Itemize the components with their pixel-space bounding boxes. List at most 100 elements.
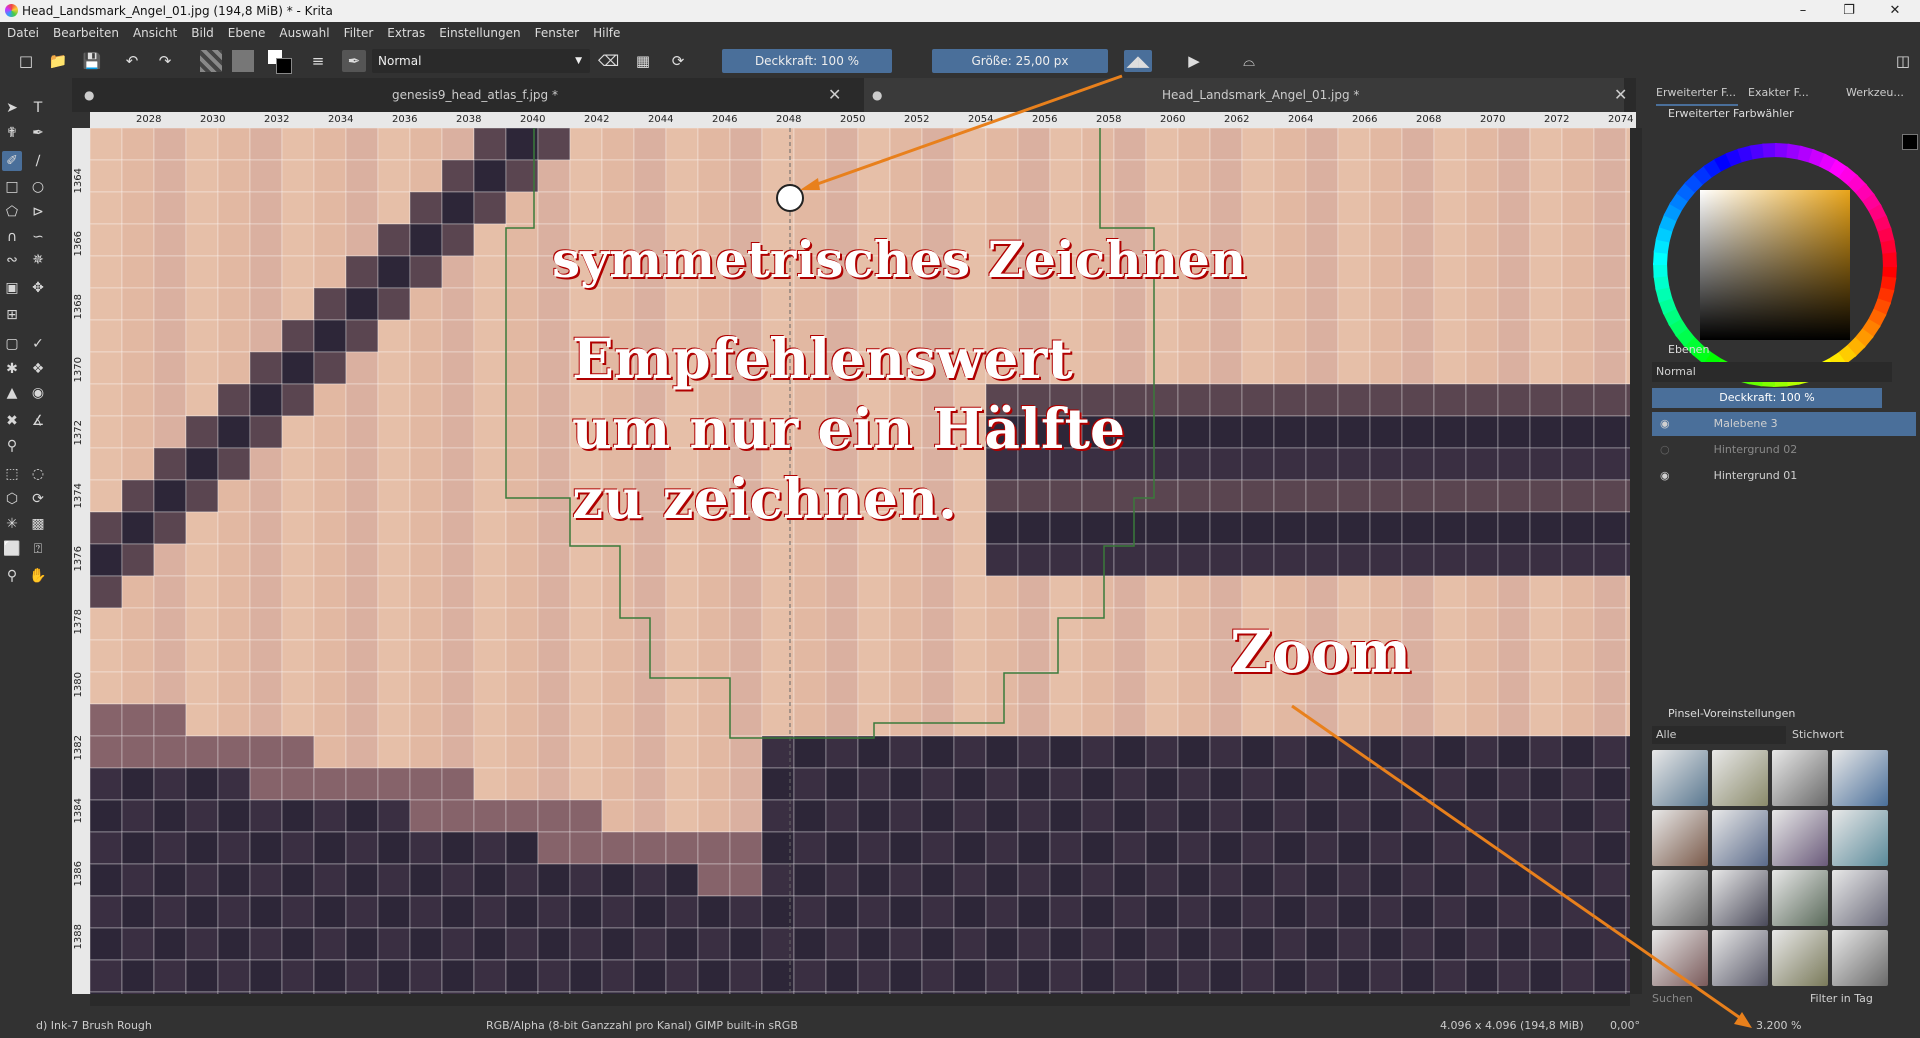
menu-hilfe[interactable]: Hilfe — [586, 26, 627, 40]
tab-advanced-color[interactable]: Erweiterter F... — [1656, 82, 1738, 106]
bezier-tool-icon[interactable]: ∩ — [2, 227, 22, 247]
close-tab-icon[interactable]: ✕ — [1614, 78, 1627, 112]
reference-tool-icon[interactable]: ⚲ — [2, 436, 22, 456]
eye-hidden-icon[interactable]: ○ — [1660, 443, 1670, 456]
layer-blend-select[interactable]: Normal — [1652, 362, 1892, 382]
menu-bearbeiten[interactable]: Bearbeiten — [46, 26, 126, 40]
text-tool-icon[interactable]: T — [28, 98, 48, 118]
gradient-tool-icon[interactable]: ▢ — [2, 334, 22, 354]
zoom-tool-icon[interactable]: ⚲ — [2, 566, 22, 586]
menu-ansicht[interactable]: Ansicht — [126, 26, 184, 40]
brush-preset-tile[interactable] — [1772, 750, 1828, 806]
close-tab-icon[interactable]: ✕ — [828, 78, 841, 112]
dynamic-brush-icon[interactable]: ∾ — [2, 250, 22, 270]
vertical-scrollbar[interactable] — [1630, 128, 1642, 994]
similar-select-icon[interactable]: ▩ — [28, 514, 48, 534]
measure-tool-icon[interactable]: ∡ — [28, 411, 48, 431]
brush-preset-tile[interactable] — [1652, 930, 1708, 986]
pan-tool-icon[interactable]: ✋ — [28, 566, 48, 586]
brush-preset-tile[interactable] — [1772, 810, 1828, 866]
menu-auswahl[interactable]: Auswahl — [272, 26, 336, 40]
brush-preset-tile[interactable] — [1712, 750, 1768, 806]
undo-icon[interactable]: ↶ — [122, 50, 142, 72]
save-icon[interactable]: 💾 — [82, 50, 102, 72]
polygon-tool-icon[interactable]: ⬠ — [2, 202, 22, 222]
calligraphy-icon[interactable]: ✒ — [28, 123, 48, 143]
size-slider[interactable]: Größe: 25,00 px — [932, 49, 1108, 73]
filter-in-tag-checkbox[interactable]: Filter in Tag — [1810, 990, 1873, 1008]
wrap-around-icon[interactable]: ⌓ — [1238, 50, 1260, 72]
menu-einstellungen[interactable]: Einstellungen — [432, 26, 527, 40]
freehand-brush-icon[interactable]: ✐ — [2, 151, 22, 171]
presets-filter-select[interactable]: Alle — [1652, 726, 1786, 744]
brush-preset-tile[interactable] — [1832, 810, 1888, 866]
eye-icon[interactable]: ◉ — [1660, 417, 1670, 430]
brush-preset-tile[interactable] — [1832, 930, 1888, 986]
enclose-fill-icon[interactable]: ◉ — [28, 383, 48, 403]
close-window-icon[interactable]: ✕ — [1872, 0, 1918, 22]
brush-preset-icon[interactable]: ✒ — [342, 50, 366, 72]
gradient-icon[interactable] — [200, 50, 222, 72]
smart-patch-icon[interactable]: ✱ — [2, 359, 22, 379]
freehand-path-icon[interactable]: ∽ — [28, 227, 48, 247]
brush-preset-tile[interactable] — [1652, 870, 1708, 926]
mirror-horizontal-icon[interactable]: ◢◣ — [1124, 50, 1152, 72]
menu-extras[interactable]: Extras — [380, 26, 432, 40]
horizontal-scrollbar[interactable] — [90, 994, 1630, 1006]
edit-shapes-icon[interactable]: ✟ — [2, 123, 22, 143]
menu-filter[interactable]: Filter — [337, 26, 381, 40]
pattern-icon[interactable] — [232, 50, 254, 72]
layer-row[interactable]: ◉ Hintergrund 01 — [1652, 464, 1916, 488]
brush-settings-icon[interactable]: ≡ — [308, 50, 328, 72]
redo-icon[interactable]: ↷ — [155, 50, 175, 72]
crop-tool-icon[interactable]: ⊞ — [2, 305, 22, 325]
move-tool-icon[interactable]: ✥ — [28, 278, 48, 298]
menu-fenster[interactable]: Fenster — [528, 26, 587, 40]
assistant-tool-icon[interactable]: ✖ — [2, 411, 22, 431]
alpha-lock-icon[interactable]: ▦ — [633, 50, 653, 72]
brush-preset-tile[interactable] — [1652, 810, 1708, 866]
current-color-swatch[interactable] — [1902, 134, 1918, 150]
layer-row[interactable]: ◉ Malebene 3 — [1652, 412, 1916, 436]
tab-tool-options[interactable]: Werkzeu... — [1846, 82, 1904, 104]
ellipse-select-icon[interactable]: ◌ — [28, 464, 48, 484]
menu-ebene[interactable]: Ebene — [221, 26, 273, 40]
menu-bild[interactable]: Bild — [184, 26, 221, 40]
fill-tool-icon[interactable]: ▲ — [2, 383, 22, 403]
minimize-icon[interactable]: – — [1780, 0, 1826, 22]
open-folder-icon[interactable]: 📁 — [48, 50, 68, 72]
presets-search[interactable]: Suchen — [1652, 990, 1792, 1008]
bezier-select-icon[interactable]: ⬜ — [2, 539, 22, 559]
rect-select-icon[interactable]: ⬚ — [2, 464, 22, 484]
menu-datei[interactable]: Datei — [0, 26, 46, 40]
brush-preset-tile[interactable] — [1652, 750, 1708, 806]
layer-opacity-slider[interactable]: Deckkraft: 100 % — [1652, 388, 1882, 408]
freehand-select-icon[interactable]: ⟳ — [28, 489, 48, 509]
tab-exact-color[interactable]: Exakter F... — [1748, 82, 1809, 104]
polyline-tool-icon[interactable]: ⊳ — [28, 202, 48, 222]
brush-preset-tile[interactable] — [1712, 810, 1768, 866]
rectangle-tool-icon[interactable]: □ — [2, 177, 22, 197]
select-shapes-icon[interactable]: ➤ — [2, 98, 22, 118]
ellipse-tool-icon[interactable]: ○ — [28, 177, 48, 197]
contiguous-select-icon[interactable]: ✳ — [2, 514, 22, 534]
mirror-vertical-icon[interactable]: ▶ — [1182, 50, 1206, 72]
colorize-mask-icon[interactable]: ❖ — [28, 359, 48, 379]
eraser-icon[interactable]: ⌫ — [598, 50, 619, 72]
color-swap-icon[interactable] — [268, 50, 292, 74]
layer-row[interactable]: ○ Hintergrund 02 — [1652, 438, 1916, 462]
canvas[interactable]: symmetrisches Zeichnen Empfehlenswert um… — [90, 128, 1630, 994]
brush-preset-tile[interactable] — [1712, 930, 1768, 986]
tab-genesis9[interactable]: genesis9_head_atlas_f.jpg * — [392, 78, 558, 112]
brush-preset-tile[interactable] — [1832, 750, 1888, 806]
brush-preset-tile[interactable] — [1772, 930, 1828, 986]
opacity-slider[interactable]: Deckkraft: 100 % — [722, 49, 892, 73]
eye-icon[interactable]: ◉ — [1660, 469, 1670, 482]
presets-tag-select[interactable]: Stichwort — [1792, 726, 1872, 744]
reload-preset-icon[interactable]: ⟳ — [668, 50, 688, 72]
line-tool-icon[interactable]: ∕ — [28, 151, 48, 171]
polygon-select-icon[interactable]: ⬡ — [2, 489, 22, 509]
brush-preset-tile[interactable] — [1832, 870, 1888, 926]
new-document-icon[interactable]: □ — [16, 50, 36, 72]
color-picker-icon[interactable]: ✓ — [28, 334, 48, 354]
